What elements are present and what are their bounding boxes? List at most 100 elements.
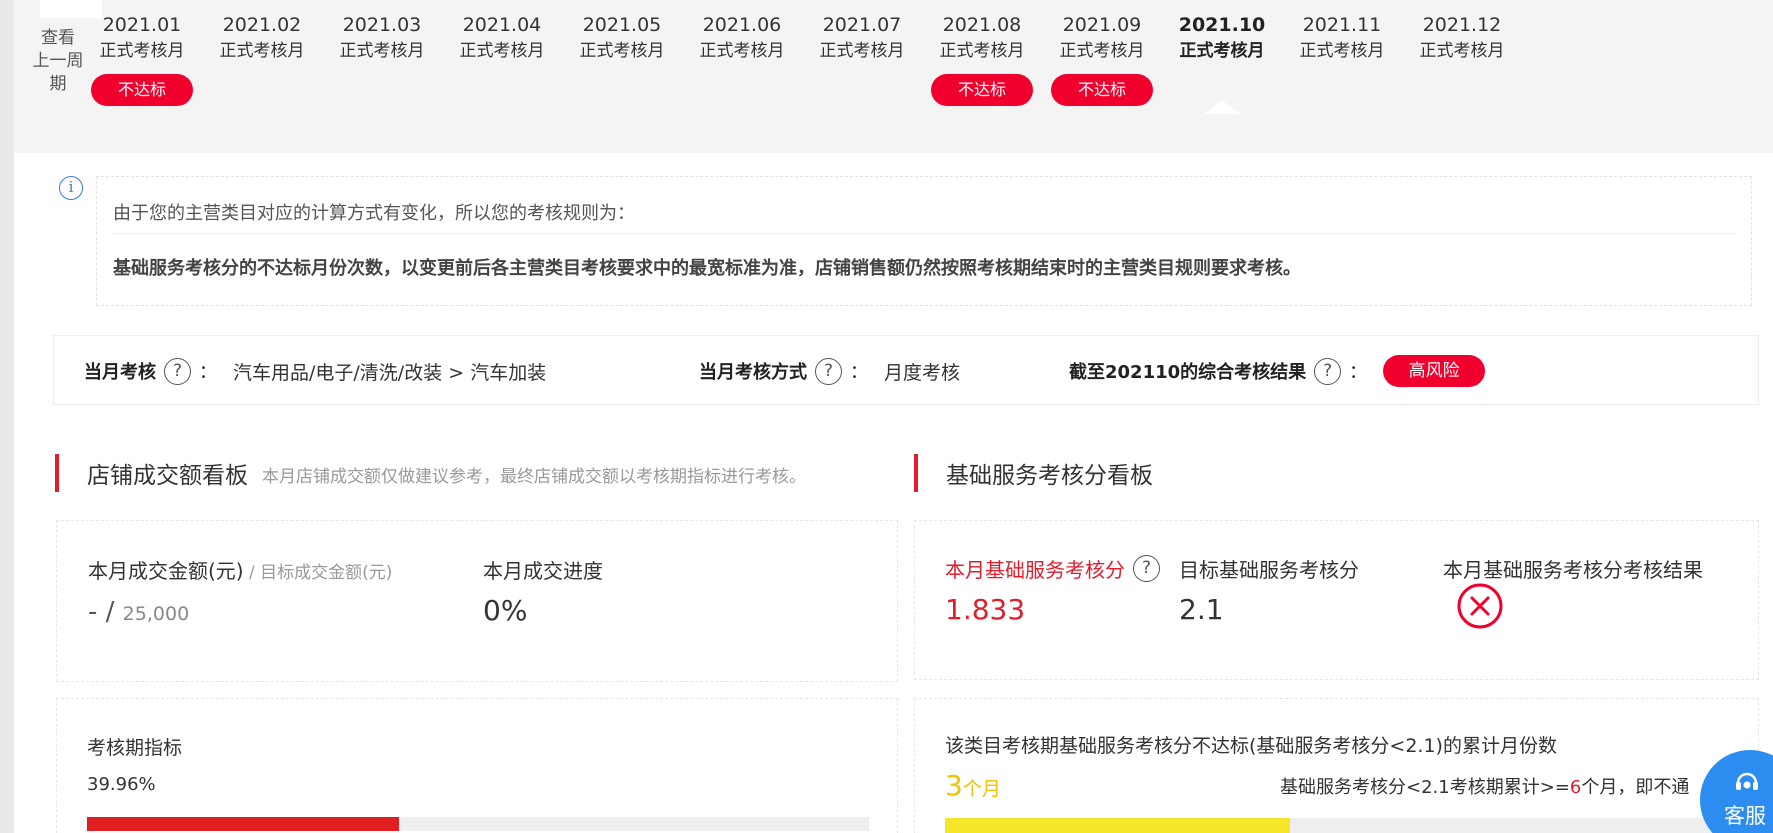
method-label: 当月考核方式 — [699, 362, 807, 383]
help-question-icon[interactable]: ? — [1314, 357, 1342, 385]
fail-status-badge: 不达标 — [91, 74, 193, 106]
info-icon: i — [59, 176, 83, 200]
month-selector-bar: 查看 上一周期 2021.01 正式考核月 不达标 2021.02 正式考核月 2021.… — [14, 0, 1773, 153]
month-tab-2021-07[interactable]: 2021.07 正式考核月 — [797, 12, 927, 64]
month-type: 正式考核月 — [1299, 41, 1385, 61]
cumulative-count: 3 — [945, 769, 963, 802]
cumulative-fail-card: 该类目考核期基础服务考核分不达标(基础服务考核分<2.1)的累计月份数 3个月 … — [914, 698, 1759, 833]
month-tab-2021-02[interactable]: 2021.02 正式考核月 — [197, 12, 327, 64]
period-progress-track — [87, 817, 869, 831]
month-date: 2021.01 — [102, 14, 182, 36]
sales-board-title: 店铺成交额看板 — [87, 463, 248, 489]
month-type: 正式考核月 — [219, 41, 305, 61]
month-type: 正式考核月 — [1419, 41, 1505, 61]
rule-threshold: 6 — [1569, 777, 1582, 798]
monthly-amount-label: 本月成交金额(元) — [88, 559, 244, 583]
cumulative-fail-value: 3个月 — [945, 769, 1001, 802]
service-board-header: 基础服务考核分看板 — [914, 454, 1153, 492]
cumulative-rule-text: 基础服务考核分<2.1考核期累计>=6个月，即不通 — [1280, 773, 1689, 799]
risk-status-badge: 高风险 — [1383, 355, 1486, 387]
fail-circle-x-icon — [1457, 583, 1503, 629]
cumulative-progress-track — [945, 818, 1747, 833]
section-accent-bar — [55, 454, 59, 492]
progress-label: 本月成交进度 — [483, 559, 603, 583]
monthly-sales-card: 本月成交金额(元) / 目标成交金额(元) - / 25,000 本月成交进度 … — [56, 520, 898, 682]
rule-prefix: 基础服务考核分<2.1考核期累计>= — [1280, 777, 1570, 798]
service-board-title: 基础服务考核分看板 — [946, 463, 1153, 489]
month-type: 正式考核月 — [939, 41, 1025, 61]
month-type: 正式考核月 — [1179, 41, 1265, 61]
summary-method: 当月考核方式 ? ： 月度考核 — [699, 336, 960, 406]
month-tab-2021-04[interactable]: 2021.04 正式考核月 — [437, 12, 567, 64]
month-date: 2021.11 — [1302, 14, 1382, 36]
period-indicator-label: 考核期指标 — [87, 737, 183, 759]
target-amount-label: 目标成交金额(元) — [260, 563, 393, 583]
help-question-icon[interactable]: ? — [815, 357, 842, 385]
month-date: 2021.06 — [702, 14, 782, 36]
month-type: 正式考核月 — [579, 41, 665, 61]
month-tab-2021-11[interactable]: 2021.11 正式考核月 — [1277, 12, 1407, 64]
month-tab-2021-12[interactable]: 2021.12 正式考核月 — [1397, 12, 1527, 64]
result-label: 截至202110的综合考核结果 — [1069, 362, 1307, 383]
amount-label: 本月成交金额(元) / 目标成交金额(元) — [88, 555, 392, 584]
fail-status-badge: 不达标 — [931, 74, 1033, 106]
summary-result: 截至202110的综合考核结果 ? ： 高风险 — [1069, 336, 1486, 406]
cumulative-unit: 个月 — [962, 778, 1001, 800]
month-date: 2021.03 — [342, 14, 422, 36]
rule-notice-divider — [113, 233, 1735, 234]
help-question-icon[interactable]: ? — [1133, 555, 1160, 582]
month-type: 正式考核月 — [1059, 41, 1145, 61]
month-date: 2021.09 — [1062, 14, 1142, 36]
month-type: 正式考核月 — [339, 41, 425, 61]
colon: ： — [850, 362, 868, 383]
current-score-value: 1.833 — [945, 593, 1026, 626]
period-progress-fill — [87, 817, 400, 831]
category-label: 当月考核 — [84, 362, 156, 383]
month-tab-2021-06[interactable]: 2021.06 正式考核月 — [677, 12, 807, 64]
period-indicator-value: 39.96% — [87, 774, 156, 795]
month-tab-2021-09[interactable]: 2021.09 正式考核月不达标 — [1037, 12, 1167, 106]
rule-notice-detail: 基础服务考核分的不达标月份次数，以变更前后各主营类目考核要求中的最宽标准为准，店… — [113, 258, 1301, 279]
colon: ： — [1349, 362, 1368, 383]
cumulative-progress-fill — [945, 818, 1290, 833]
sales-board-note: 本月店铺成交额仅做建议参考，最终店铺成交额以考核期指标进行考核。 — [262, 467, 806, 487]
target-score-value: 2.1 — [1179, 593, 1224, 626]
summary-category: 当月考核 ? ： 汽车用品/电子/清洗/改装 > 汽车加装 — [84, 336, 546, 406]
month-date: 2021.05 — [582, 14, 662, 36]
service-score-card: 本月基础服务考核分 ? 1.833 目标基础服务考核分 2.1 本月基础服务考核… — [914, 520, 1759, 680]
headset-icon — [1736, 772, 1758, 790]
active-month-caret — [1204, 100, 1240, 114]
month-date: 2021.07 — [822, 14, 902, 36]
month-type: 正式考核月 — [99, 41, 185, 61]
month-tab-2021-03[interactable]: 2021.03 正式考核月 — [317, 12, 447, 64]
month-tab-2021-08[interactable]: 2021.08 正式考核月不达标 — [917, 12, 1047, 106]
help-question-icon[interactable]: ? — [164, 357, 191, 385]
progress-value: 0% — [483, 594, 528, 627]
amount-separator: / — [243, 563, 261, 583]
month-date: 2021.12 — [1422, 14, 1502, 36]
category-value: 汽车用品/电子/清洗/改装 > 汽车加装 — [233, 361, 547, 384]
colon: ： — [199, 362, 217, 383]
method-value: 月度考核 — [884, 361, 961, 384]
rule-notice-intro: 由于您的主营类目对应的计算方式有变化，所以您的考核规则为： — [113, 203, 635, 224]
fail-status-badge: 不达标 — [1051, 74, 1153, 106]
period-indicator-card: 考核期指标 39.96% — [56, 698, 898, 833]
month-date: 2021.02 — [222, 14, 302, 36]
month-tab-2021-05[interactable]: 2021.05 正式考核月 — [557, 12, 687, 64]
customer-service-label: 客服 — [1724, 804, 1766, 828]
sales-board-header: 店铺成交额看板 本月店铺成交额仅做建议参考，最终店铺成交额以考核期指标进行考核。 — [55, 454, 806, 492]
monthly-amount-value: - / — [88, 597, 123, 627]
target-amount-value: 25,000 — [122, 603, 190, 625]
score-result-label: 本月基础服务考核分考核结果 — [1443, 558, 1703, 582]
month-date: 2021.08 — [942, 14, 1022, 36]
rule-notice-box: 由于您的主营类目对应的计算方式有变化，所以您的考核规则为： 基础服务考核分的不达… — [96, 176, 1752, 306]
target-score-label: 目标基础服务考核分 — [1179, 558, 1359, 582]
current-score-label-wrap: 本月基础服务考核分 ? — [945, 554, 1160, 583]
left-scroll-strip — [0, 0, 14, 833]
amount-value: - / 25,000 — [88, 597, 189, 627]
section-accent-bar — [914, 454, 918, 492]
month-tab-2021-10[interactable]: 2021.10 正式考核月 — [1157, 12, 1287, 114]
month-tab-2021-01[interactable]: 2021.01 正式考核月不达标 — [77, 12, 207, 106]
current-score-label: 本月基础服务考核分 — [945, 558, 1125, 582]
cumulative-fail-label: 该类目考核期基础服务考核分不达标(基础服务考核分<2.1)的累计月份数 — [945, 735, 1557, 757]
